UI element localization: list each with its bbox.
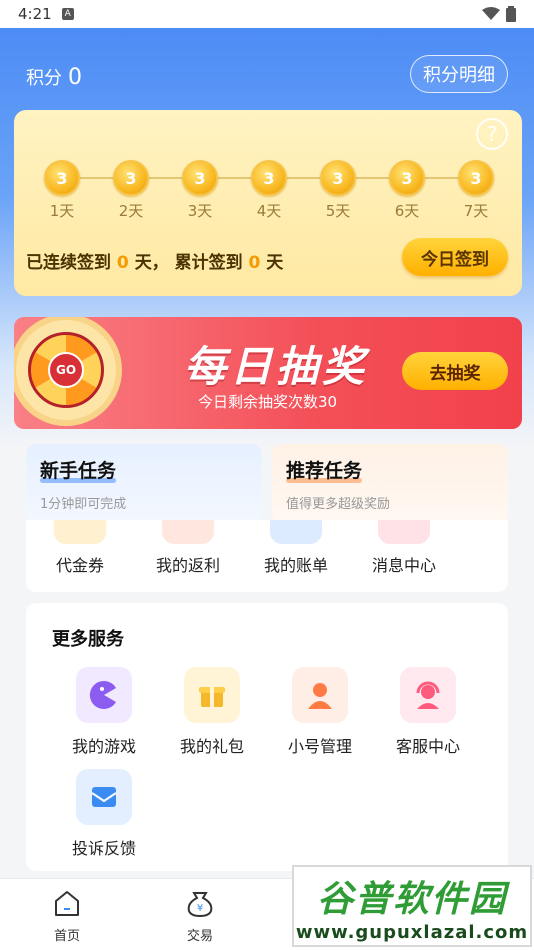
battery-icon (506, 6, 516, 22)
task-subtitle: 值得更多超级奖励 (286, 497, 391, 512)
lottery-title: 每日抽奖 (184, 342, 369, 391)
notification-icon: A (61, 8, 74, 20)
bill-icon (270, 520, 322, 544)
tools-card: 代金券 我的返利 我的账单 消息中心 (26, 520, 508, 592)
day-item: 3 5天 (318, 160, 358, 221)
help-icon[interactable]: ? (476, 118, 508, 150)
tool-label: 消息中心 (371, 556, 436, 575)
signin-card: ? 3 1天 3 2天 3 3天 3 4天 3 5天 3 6天 3 7天 已连续… (14, 110, 522, 296)
wifi-icon (482, 7, 500, 20)
service-feedback[interactable]: 投诉反馈 (50, 769, 158, 859)
service-my-games[interactable]: 我的游戏 (50, 667, 158, 757)
day-label: 2天 (118, 202, 144, 220)
rebate-icon (162, 520, 214, 544)
coin-icon: 3 (389, 160, 425, 196)
nav-trade[interactable]: ¥ 交易 (165, 889, 235, 944)
task-title-text: 新手任务 (40, 460, 117, 482)
lottery-subtitle: 今日剩余抽奖次数30 (198, 393, 338, 411)
tool-rebate[interactable]: 我的返利 (134, 520, 242, 576)
watermark-title: 谷普软件园 (316, 878, 507, 920)
task-title-text: 推荐任务 (286, 460, 363, 482)
stats-suffix: 天 (266, 253, 284, 273)
points-detail-button[interactable]: 积分明细 (410, 55, 508, 93)
day-item: 3 1天 (42, 160, 82, 221)
newbie-task-card[interactable]: 新手任务 1分钟即可完成 (26, 444, 262, 524)
game-icon (76, 667, 132, 723)
task-title: 新手任务 (40, 456, 117, 483)
nav-label: 交易 (186, 929, 213, 944)
service-sub-accounts[interactable]: 小号管理 (266, 667, 374, 757)
customer-service-icon (400, 667, 456, 723)
account-icon (292, 667, 348, 723)
message-icon (378, 520, 430, 544)
tool-label: 我的账单 (263, 556, 328, 575)
status-bar: 4:21 A (0, 0, 534, 28)
points-label: 积分 (26, 68, 62, 89)
voucher-icon (54, 520, 106, 544)
tool-label: 我的返利 (155, 556, 220, 575)
recommended-task-card[interactable]: 推荐任务 值得更多超级奖励 (272, 444, 508, 524)
watermark-logo: 谷普软件园 www.gupuxlazal.com (292, 865, 532, 947)
day-item: 3 6天 (387, 160, 427, 221)
services-title: 更多服务 (52, 629, 124, 650)
nav-label: 首页 (53, 929, 80, 944)
service-my-gifts[interactable]: 我的礼包 (158, 667, 266, 757)
day-label: 5天 (325, 202, 351, 220)
service-label: 我的礼包 (179, 737, 244, 756)
trade-icon: ¥ (187, 892, 213, 918)
coin-icon: 3 (44, 160, 80, 196)
signin-days: 3 1天 3 2天 3 3天 3 4天 3 5天 3 6天 3 7天 (42, 160, 502, 224)
svg-text:¥: ¥ (197, 903, 203, 914)
nav-home[interactable]: 首页 (32, 889, 102, 944)
coin-icon: 3 (320, 160, 356, 196)
gift-icon (184, 667, 240, 723)
points-summary: 积分 0 (26, 64, 82, 90)
status-indicators (482, 6, 516, 22)
service-label: 小号管理 (287, 737, 352, 756)
tool-bill[interactable]: 我的账单 (242, 520, 350, 576)
day-label: 4天 (256, 202, 282, 220)
day-label: 7天 (463, 202, 489, 220)
day-item: 3 4天 (249, 160, 289, 221)
day-label: 6天 (394, 202, 420, 220)
signin-stats: 已连续签到 0 天， 累计签到 0 天 (26, 248, 283, 273)
stats-prefix: 已连续签到 (26, 253, 111, 273)
service-label: 我的游戏 (71, 737, 136, 756)
status-time: 4:21 (18, 5, 52, 23)
coin-icon: 3 (251, 160, 287, 196)
lottery-button[interactable]: 去抽奖 (402, 352, 508, 390)
service-customer-center[interactable]: 客服中心 (374, 667, 482, 757)
day-item: 3 3天 (180, 160, 220, 221)
lottery-banner[interactable]: GO 每日抽奖 今日剩余抽奖次数30 去抽奖 (14, 317, 522, 429)
total-days: 0 (248, 253, 261, 273)
watermark-url: www.gupuxlazal.com (295, 921, 529, 943)
lottery-wheel-icon: GO (14, 317, 122, 426)
day-label: 3天 (187, 202, 213, 220)
wheel-go-label: GO (48, 352, 84, 388)
feedback-icon (76, 769, 132, 825)
home-icon (55, 891, 79, 916)
day-item: 3 7天 (456, 160, 496, 221)
points-value: 0 (68, 65, 82, 90)
task-title: 推荐任务 (286, 456, 363, 483)
coin-icon: 3 (182, 160, 218, 196)
coin-icon: 3 (113, 160, 149, 196)
tool-message[interactable]: 消息中心 (350, 520, 458, 576)
day-item: 3 2天 (111, 160, 151, 221)
coin-icon: 3 (458, 160, 494, 196)
tool-voucher[interactable]: 代金券 (26, 520, 134, 576)
more-services-card: 更多服务 我的游戏 我的礼包 小号管理 客服中心 投诉反馈 (26, 603, 508, 871)
tool-label: 代金券 (55, 556, 104, 575)
stats-mid: 天， 累计签到 (134, 253, 243, 273)
service-label: 投诉反馈 (71, 839, 136, 858)
task-subtitle: 1分钟即可完成 (40, 497, 127, 512)
day-label: 1天 (49, 202, 75, 220)
signin-button[interactable]: 今日签到 (402, 238, 508, 276)
continuous-days: 0 (116, 253, 129, 273)
service-label: 客服中心 (395, 737, 460, 756)
